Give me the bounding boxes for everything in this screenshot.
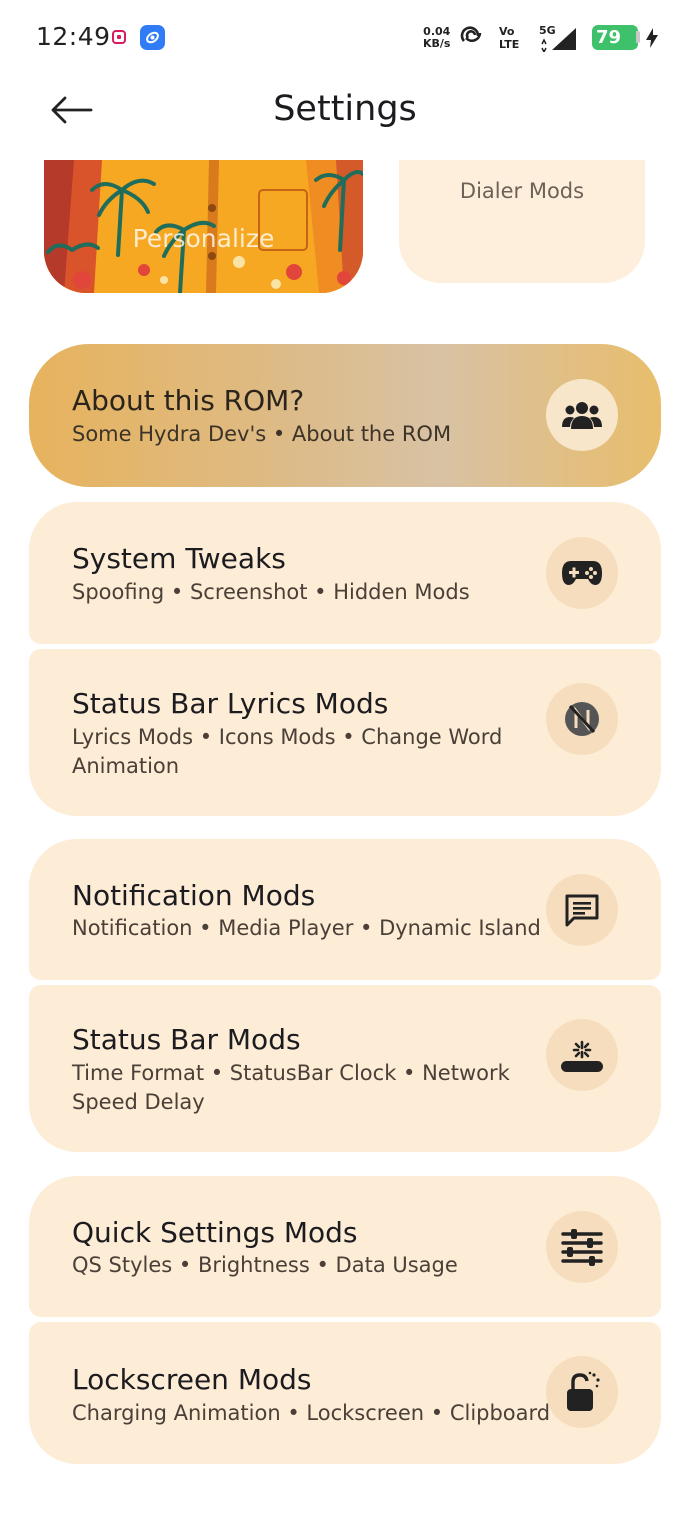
- card-subtitle: Time Format • StatusBar Clock • Network …: [72, 1061, 510, 1114]
- music-off-icon: [546, 683, 618, 755]
- personalize-label: Personalize: [132, 224, 275, 253]
- about-rom-card[interactable]: About this ROM? Some Hydra Dev's • About…: [29, 344, 661, 487]
- card-title: About this ROM?: [72, 384, 305, 417]
- volte-icon: Vo LTE: [499, 25, 519, 51]
- lockscreen-mods-card[interactable]: Lockscreen Mods Charging Animation • Loc…: [29, 1322, 661, 1464]
- gamepad-icon: [546, 537, 618, 609]
- card-title: Quick Settings Mods: [72, 1216, 358, 1249]
- card-title: Notification Mods: [72, 879, 316, 912]
- browser-app-icon: [140, 25, 165, 50]
- dialer-mods-label: Dialer Mods: [459, 179, 585, 203]
- personalize-card[interactable]: Personalize: [44, 160, 363, 293]
- message-icon: [546, 874, 618, 946]
- sliders-icon: [546, 1211, 618, 1283]
- battery-icon: 79: [592, 25, 638, 50]
- page-title: Settings: [273, 89, 417, 129]
- app-notification-icon: [112, 30, 126, 44]
- volte-top: Vo: [499, 25, 515, 38]
- card-subtitle: QS Styles • Brightness • Data Usage: [72, 1253, 458, 1277]
- card-title: System Tweaks: [72, 542, 286, 575]
- charging-icon: [645, 27, 659, 53]
- dialer-mods-card[interactable]: Dialer Mods: [399, 160, 645, 283]
- card-subtitle: Notification • Media Player • Dynamic Is…: [72, 916, 541, 940]
- card-subtitle: Spoofing • Screenshot • Hidden Mods: [72, 580, 470, 604]
- card-subtitle: Some Hydra Dev's • About the ROM: [72, 422, 452, 446]
- card-title: Status Bar Mods: [72, 1023, 301, 1056]
- status-bar: 12:49 0.04 KB/s Vo LTE 5G 79: [0, 0, 690, 76]
- card-subtitle: Lyrics Mods • Icons Mods • Change Word A…: [72, 725, 503, 778]
- card-title: Status Bar Lyrics Mods: [72, 687, 389, 720]
- status-time: 12:49: [36, 22, 111, 51]
- system-tweaks-card[interactable]: System Tweaks Spoofing • Screenshot • Hi…: [29, 502, 661, 644]
- battery-tip: [636, 31, 640, 43]
- group-icon: [546, 379, 618, 451]
- signal-icon: [538, 24, 580, 56]
- status-bar-mods-card[interactable]: Status Bar Mods Time Format • StatusBar …: [29, 985, 661, 1152]
- card-subtitle: Charging Animation • Lockscreen • Clipbo…: [72, 1401, 551, 1425]
- status-bar-icon: [546, 1019, 618, 1091]
- card-title: Lockscreen Mods: [72, 1363, 312, 1396]
- network-speed-unit: KB/s: [423, 37, 451, 50]
- network-speed: 0.04 KB/s: [423, 26, 450, 50]
- hotspot-icon: [458, 24, 486, 54]
- volte-bottom: LTE: [499, 38, 520, 51]
- notification-mods-card[interactable]: Notification Mods Notification • Media P…: [29, 839, 661, 980]
- lock-open-icon: [546, 1356, 618, 1428]
- quick-settings-mods-card[interactable]: Quick Settings Mods QS Styles • Brightne…: [29, 1176, 661, 1317]
- status-bar-lyrics-card[interactable]: Status Bar Lyrics Mods Lyrics Mods • Ico…: [29, 649, 661, 816]
